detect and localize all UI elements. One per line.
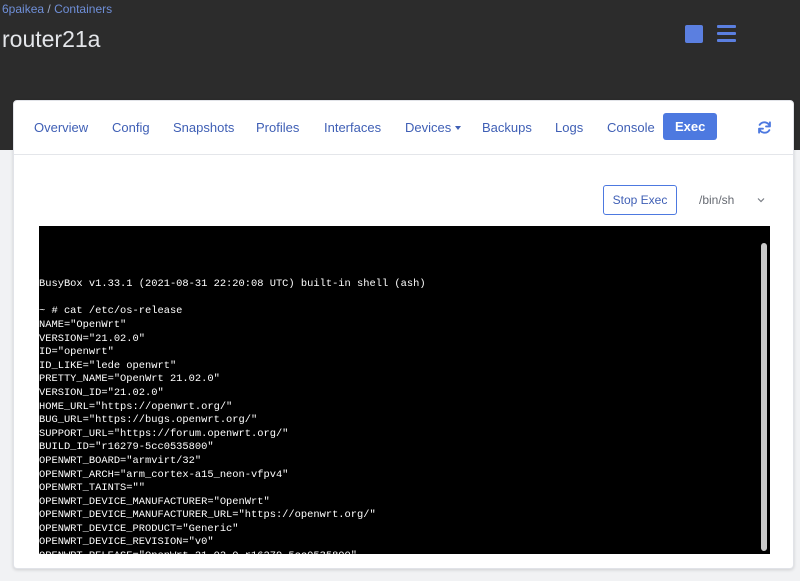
terminal-line: OPENWRT_DEVICE_MANUFACTURER="OpenWrt" [39,495,270,508]
terminal-line: ID_LIKE="lede openwrt" [39,359,177,372]
terminal-line: OPENWRT_BOARD="armvirt/32" [39,454,202,467]
terminal-line: OPENWRT_ARCH="arm_cortex-a15_neon-vfpv4" [39,468,289,481]
terminal-line: OPENWRT_DEVICE_REVISION="v0" [39,536,214,549]
terminal-line: HOME_URL="https://openwrt.org/" [39,400,233,413]
tab-devices[interactable]: Devices [405,120,462,135]
tab-profiles[interactable]: Profiles [256,120,299,135]
container-card: Overview Config Snapshots Profiles Inter… [13,100,794,569]
terminal-line: SUPPORT_URL="https://forum.openwrt.org/" [39,427,289,440]
tab-overview[interactable]: Overview [34,120,88,135]
terminal-line: BusyBox v1.33.1 (2021-08-31 22:20:08 UTC… [39,278,426,291]
terminal-line: OPENWRT_TAINTS="" [39,482,146,495]
tab-devices-label: Devices [405,120,452,135]
breadcrumb: 6paikea / Containers [2,2,112,16]
tab-config[interactable]: Config [112,120,150,135]
terminal-scrollbar[interactable] [761,243,767,551]
terminal-line: PRETTY_NAME="OpenWrt 21.02.0" [39,373,220,386]
breadcrumb-separator: / [47,2,51,16]
page-title: router21a [2,26,101,52]
terminal-line: BUG_URL="https://bugs.openwrt.org/" [39,414,258,427]
tab-backups[interactable]: Backups [482,120,532,135]
terminal-line: ID="openwrt" [39,346,114,359]
terminal-line: ~ # cat /etc/os-release [39,305,183,318]
tab-logs[interactable]: Logs [555,120,583,135]
terminal-line: OPENWRT_RELEASE="OpenWrt 21.02.0 r16279-… [39,550,426,554]
tab-exec[interactable]: Exec [663,113,718,140]
terminal[interactable]: BusyBox v1.33.1 (2021-08-31 22:20:08 UTC… [39,226,770,554]
hamburger-menu-icon[interactable] [717,25,736,42]
terminal-output: BusyBox v1.33.1 (2021-08-31 22:20:08 UTC… [39,251,426,554]
tab-console[interactable]: Console [607,120,655,135]
terminal-line: VERSION="21.02.0" [39,332,146,345]
square-icon[interactable] [685,25,703,43]
terminal-line: OPENWRT_DEVICE_MANUFACTURER_URL="https:/… [39,509,376,522]
tab-snapshots[interactable]: Snapshots [173,120,234,135]
shell-select[interactable]: /bin/sh [687,185,775,215]
breadcrumb-link-6paikea[interactable]: 6paikea [2,2,44,16]
terminal-line: NAME="OpenWrt" [39,318,127,331]
refresh-icon[interactable] [757,120,772,135]
terminal-line: VERSION_ID="21.02.0" [39,386,164,399]
stop-exec-button[interactable]: Stop Exec [603,185,677,215]
terminal-line: BUILD_ID="r16279-5cc0535800" [39,441,214,454]
breadcrumb-link-containers[interactable]: Containers [54,2,112,16]
caret-down-icon [455,126,462,130]
tab-interfaces[interactable]: Interfaces [324,120,381,135]
chevron-down-icon [757,198,765,203]
shell-select-value: /bin/sh [699,193,735,207]
terminal-line: OPENWRT_DEVICE_PRODUCT="Generic" [39,522,239,535]
tab-bar: Overview Config Snapshots Profiles Inter… [14,101,793,155]
